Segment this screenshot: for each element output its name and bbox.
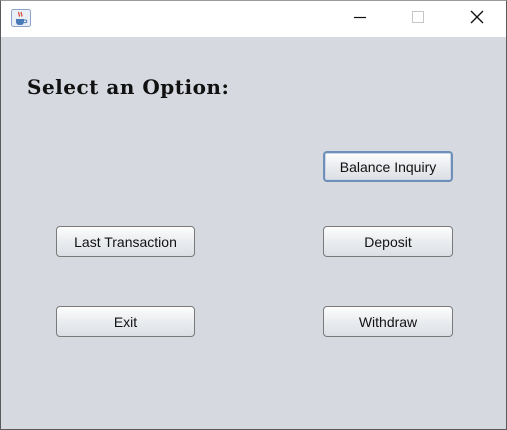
deposit-button[interactable]: Deposit bbox=[323, 226, 453, 257]
exit-button[interactable]: Exit bbox=[56, 306, 195, 337]
title-bar[interactable] bbox=[1, 1, 506, 37]
maximize-icon bbox=[412, 10, 424, 28]
minimize-button[interactable] bbox=[331, 1, 389, 37]
maximize-button[interactable] bbox=[389, 1, 447, 37]
close-button[interactable] bbox=[448, 1, 506, 37]
minimize-icon bbox=[354, 10, 366, 28]
close-icon bbox=[470, 10, 484, 29]
app-window: Select an Option: Balance Inquiry Last T… bbox=[0, 0, 507, 430]
withdraw-button[interactable]: Withdraw bbox=[323, 306, 453, 337]
balance-inquiry-button[interactable]: Balance Inquiry bbox=[323, 151, 453, 182]
java-coffee-cup-icon[interactable] bbox=[11, 9, 31, 27]
menu-panel: Select an Option: Balance Inquiry Last T… bbox=[1, 37, 506, 429]
last-transaction-button[interactable]: Last Transaction bbox=[56, 226, 195, 257]
page-title: Select an Option: bbox=[27, 75, 230, 99]
